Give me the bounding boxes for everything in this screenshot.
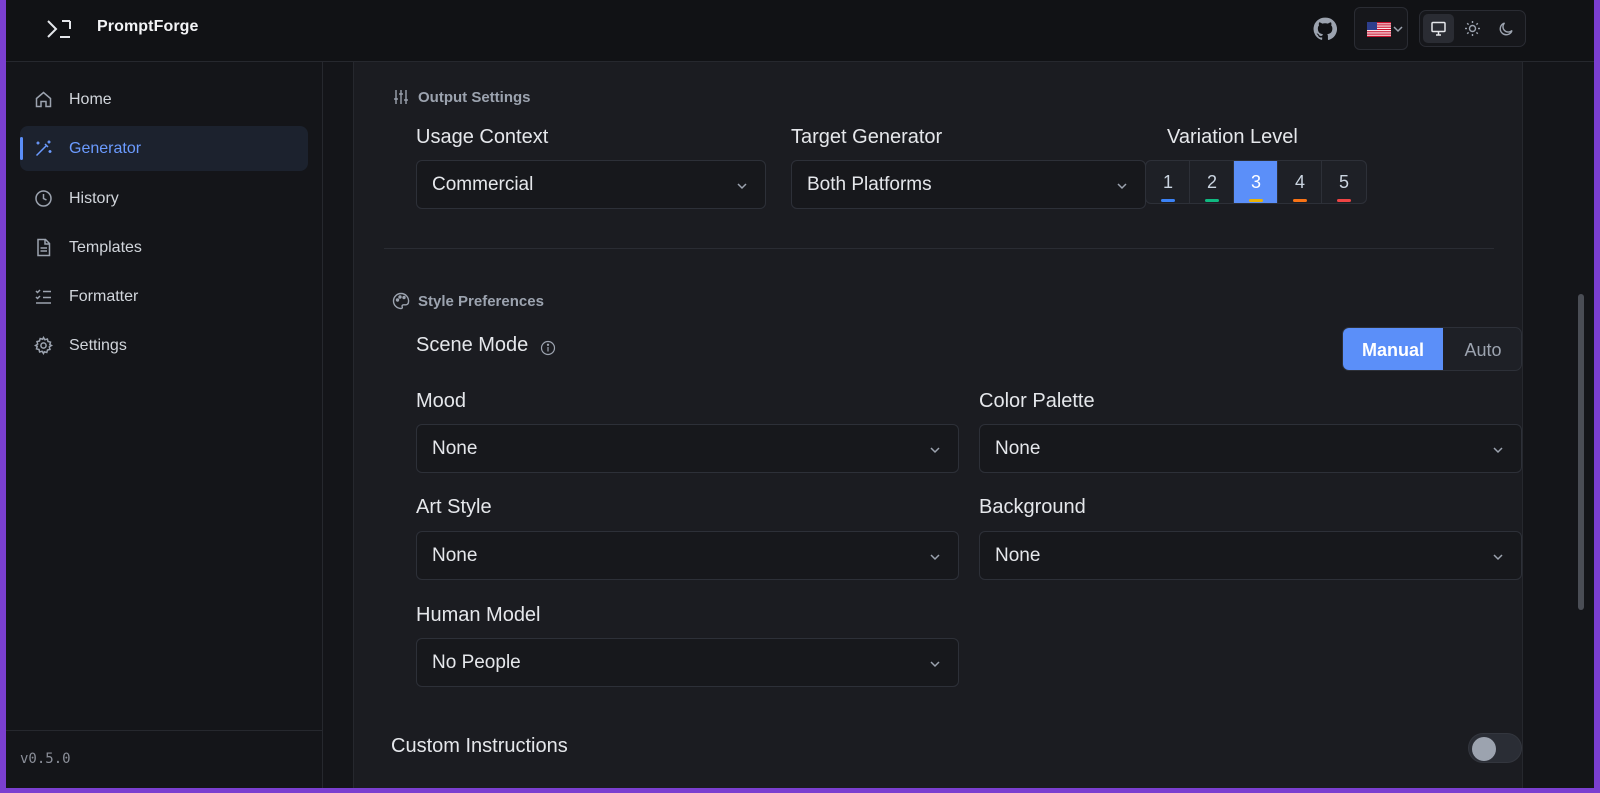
human-model-select[interactable]: No People: [416, 638, 959, 687]
section-title-style-preferences: Style Preferences: [418, 293, 544, 310]
variation-level-5[interactable]: 5: [1322, 161, 1366, 203]
level-number: 5: [1338, 172, 1349, 192]
language-selector[interactable]: [1354, 7, 1408, 50]
level-number: 3: [1250, 172, 1261, 192]
select-value: No People: [432, 652, 521, 673]
sun-icon: [1465, 21, 1480, 36]
info-icon[interactable]: [540, 340, 556, 356]
chevron-down-icon: [737, 183, 747, 190]
scrollbar-thumb[interactable]: [1578, 294, 1584, 610]
background-select[interactable]: None: [979, 531, 1522, 580]
us-flag-icon: [1367, 22, 1391, 37]
main-scrollbar[interactable]: [1574, 62, 1588, 788]
list-check-icon: [35, 289, 51, 304]
sidebar-item-generator[interactable]: Generator: [20, 126, 308, 171]
chevron-down-icon: [1393, 26, 1403, 33]
variation-level-label: Variation Level: [1167, 126, 1298, 148]
level-color-bar: [1337, 199, 1351, 202]
level-number: 4: [1294, 172, 1305, 192]
usage-context-label: Usage Context: [416, 126, 549, 148]
chevron-down-icon: [930, 447, 940, 454]
level-color-bar: [1249, 199, 1263, 202]
sidebar-item-label: Home: [69, 91, 112, 108]
variation-level-1[interactable]: 1: [1146, 161, 1190, 203]
chevron-down-icon: [1117, 183, 1127, 190]
select-value: None: [432, 545, 478, 566]
level-color-bar: [1161, 199, 1175, 202]
select-value: Commercial: [432, 174, 534, 195]
palette-icon: [392, 292, 410, 310]
sidebar-item-label: Generator: [69, 140, 142, 157]
background-label: Background: [979, 496, 1086, 518]
sidebar-item-settings[interactable]: Settings: [20, 323, 308, 368]
chevron-down-icon: [930, 661, 940, 668]
mood-select[interactable]: None: [416, 424, 959, 473]
scene-mode-manual-button[interactable]: Manual: [1343, 328, 1443, 370]
moon-icon: [1499, 22, 1513, 36]
human-model-label: Human Model: [416, 604, 541, 626]
select-value: None: [432, 438, 478, 459]
github-icon[interactable]: [1312, 16, 1338, 42]
level-number: 1: [1162, 172, 1173, 192]
select-value: None: [995, 438, 1041, 459]
chevron-down-icon: [1493, 447, 1503, 454]
level-color-bar: [1205, 199, 1219, 202]
toggle-knob: [1472, 737, 1496, 761]
usage-context-select[interactable]: Commercial: [416, 160, 766, 209]
document-icon: [37, 238, 51, 257]
variation-level-picker: 1 2 3 4 5: [1145, 160, 1367, 204]
sidebar-item-formatter[interactable]: Formatter: [20, 274, 308, 319]
sidebar-item-history[interactable]: History: [20, 176, 308, 221]
top-bar: PromptForge: [6, 0, 1594, 62]
sidebar-item-home[interactable]: Home: [20, 77, 308, 122]
sidebar-footer: v0.5.0: [6, 730, 322, 788]
sidebar-item-label: Templates: [69, 239, 142, 256]
terminal-logo-icon: [47, 20, 71, 38]
app-version: v0.5.0: [20, 751, 71, 767]
sidebar-item-templates[interactable]: Templates: [20, 225, 308, 270]
color-palette-label: Color Palette: [979, 390, 1095, 412]
app-name: PromptForge: [97, 18, 199, 35]
select-value: None: [995, 545, 1041, 566]
level-color-bar: [1293, 199, 1307, 202]
theme-dark-button[interactable]: [1491, 14, 1522, 43]
gear-icon: [34, 336, 53, 355]
scene-mode-auto-button[interactable]: Auto: [1443, 328, 1521, 370]
variation-level-4[interactable]: 4: [1278, 161, 1322, 203]
sidebar: Home Generator History Templates Formatt…: [6, 62, 323, 788]
level-number: 2: [1206, 172, 1217, 192]
chevron-down-icon: [1493, 554, 1503, 561]
scene-mode-toggle: Manual Auto: [1342, 327, 1522, 371]
home-icon: [35, 91, 52, 108]
sidebar-item-label: History: [69, 190, 119, 207]
custom-instructions-label: Custom Instructions: [391, 735, 568, 757]
target-generator-label: Target Generator: [791, 126, 943, 148]
app-window: PromptForge Home Generator History Templ…: [6, 0, 1594, 788]
select-value: Both Platforms: [807, 174, 932, 195]
mood-label: Mood: [416, 390, 467, 412]
sidebar-item-label: Formatter: [69, 288, 139, 305]
clock-icon: [35, 190, 52, 207]
variation-level-3[interactable]: 3: [1234, 161, 1278, 203]
theme-switcher: [1419, 10, 1526, 47]
monitor-icon: [1431, 21, 1446, 36]
sidebar-item-label: Settings: [69, 337, 127, 354]
scene-mode-label: Scene Mode: [416, 334, 529, 356]
variation-level-2[interactable]: 2: [1190, 161, 1234, 203]
theme-system-button[interactable]: [1423, 14, 1454, 43]
custom-instructions-toggle[interactable]: [1468, 733, 1522, 763]
color-palette-select[interactable]: None: [979, 424, 1522, 473]
target-generator-select[interactable]: Both Platforms: [791, 160, 1146, 209]
wand-icon: [35, 140, 52, 157]
art-style-select[interactable]: None: [416, 531, 959, 580]
art-style-label: Art Style: [416, 496, 492, 518]
chevron-down-icon: [930, 554, 940, 561]
section-divider: [384, 248, 1494, 249]
section-title-output-settings: Output Settings: [418, 89, 531, 106]
theme-light-button[interactable]: [1457, 14, 1488, 43]
sliders-icon: [394, 90, 408, 104]
